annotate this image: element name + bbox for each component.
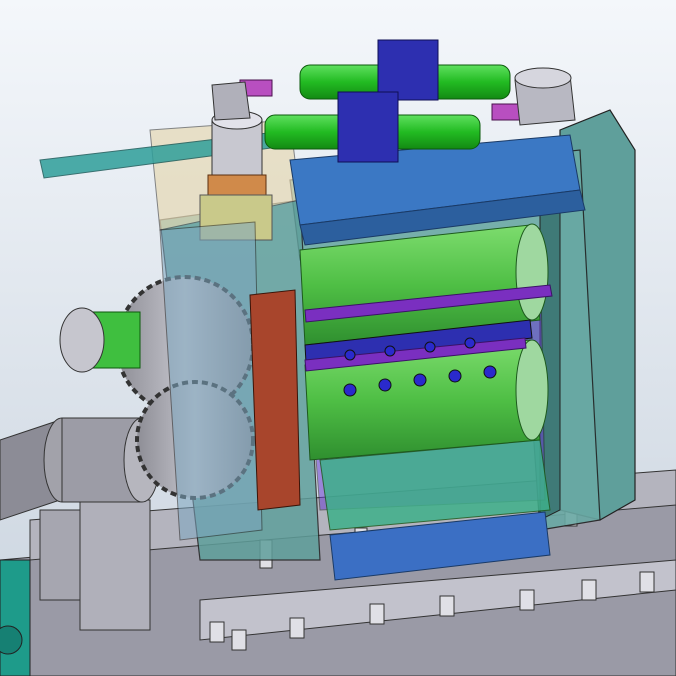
shaft-end-cap <box>59 307 105 373</box>
work-rolls <box>299 223 553 531</box>
rust-plate <box>249 289 301 511</box>
screwdown-housing <box>514 67 576 126</box>
cylinder-mount-block-lower <box>337 91 399 163</box>
cad-render-scene <box>0 0 676 676</box>
rolling-mill-stand-render <box>0 0 676 676</box>
cylinder-mount-block-upper <box>377 39 439 101</box>
drive-motor <box>0 559 31 676</box>
